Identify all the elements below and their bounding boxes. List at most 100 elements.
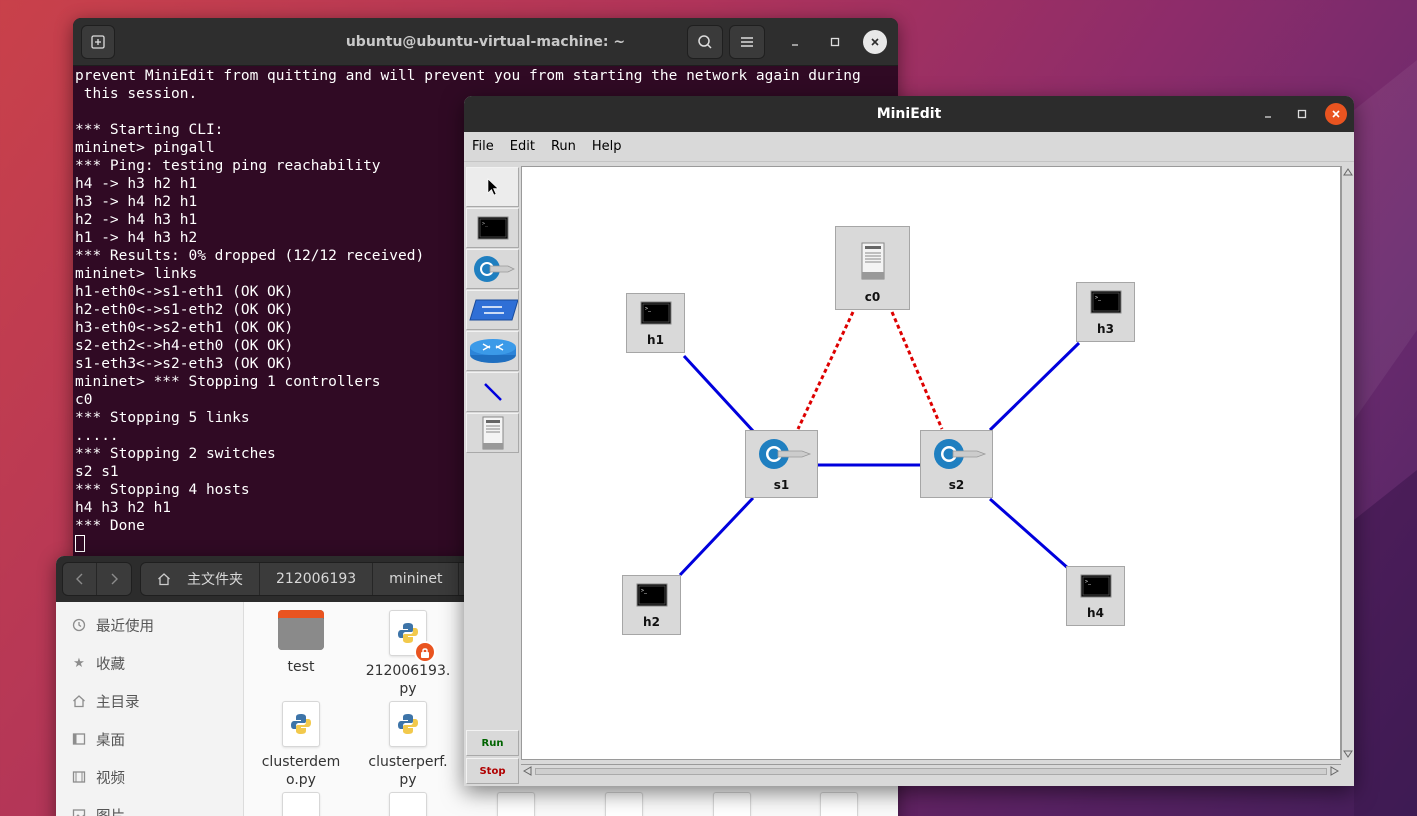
controller-tool[interactable] [466,413,519,453]
link-h3-s2[interactable] [988,341,1081,432]
breadcrumb: 主文件夹 212006193 mininet e [140,562,502,596]
horizontal-scrollbar[interactable] [521,764,1341,778]
control-link-c0-s2[interactable] [890,311,944,430]
miniedit-window[interactable]: MiniEdit File Edit Run Help >_ Run Stop … [464,96,1354,786]
sidebar-item-starred[interactable]: ★ 收藏 [56,644,243,682]
menu-button[interactable] [729,25,765,59]
file-name: clusterdem o.py [261,754,341,788]
file-item-python[interactable]: clusterperf. py [358,701,458,789]
breadcrumb-home[interactable]: 主文件夹 [141,563,260,595]
close-icon [871,38,879,46]
vertical-scrollbar[interactable] [1341,166,1353,760]
node-h3[interactable]: >_ h3 [1076,282,1135,342]
legacy-switch-tool[interactable] [466,290,519,330]
file-item-python-locked[interactable]: 212006193. py [358,610,458,698]
topology-canvas[interactable]: c0 >_ h1 >_ h2 >_ h3 >_ h4 s1 s2 [521,166,1341,760]
file-item-folder[interactable]: test [251,610,351,676]
clock-icon [72,618,86,632]
python-file-icon[interactable] [820,792,858,816]
node-label: s2 [948,478,965,492]
switch-tool[interactable] [466,249,519,289]
cursor-icon [487,178,499,196]
minimize-button[interactable] [1257,103,1279,125]
python-file-icon[interactable] [389,792,427,816]
sidebar-item-recent[interactable]: 最近使用 [56,606,243,644]
svg-text:>_: >_ [482,221,489,227]
maximize-icon [1297,109,1307,119]
python-file-icon[interactable] [605,792,643,816]
node-h1[interactable]: >_ h1 [626,293,685,353]
terminal-icon: >_ [1090,290,1121,314]
router-tool[interactable] [466,331,519,371]
close-icon [1332,110,1340,118]
places-sidebar: 最近使用 ★ 收藏 主目录 桌面 视频 图片 [56,602,244,816]
maximize-button[interactable] [1291,103,1313,125]
node-s1[interactable]: s1 [745,430,818,498]
host-tool[interactable]: >_ [466,208,519,248]
control-link-c0-s1[interactable] [796,311,855,430]
sidebar-item-label: 收藏 [96,656,125,673]
openflow-switch-icon [473,256,515,282]
menu-edit[interactable]: Edit [508,137,537,156]
terminal-icon: >_ [636,583,667,607]
file-name: 212006193. py [365,663,451,697]
python-file-icon [389,610,436,663]
desktop-icon [72,733,86,745]
python-file-icon [389,701,427,747]
sidebar-item-desktop[interactable]: 桌面 [56,720,243,758]
link-icon [483,383,502,401]
menubar: File Edit Run Help [464,132,1354,162]
server-icon [482,416,503,450]
node-label: h2 [643,615,660,629]
node-label: s1 [773,478,790,492]
sidebar-item-videos[interactable]: 视频 [56,758,243,796]
node-c0[interactable]: c0 [835,226,910,310]
node-label: h4 [1087,606,1104,620]
history-nav [62,562,132,596]
forward-button[interactable] [97,563,131,595]
terminal-line: prevent MiniEdit from quitting and will … [75,68,861,84]
menu-file[interactable]: File [470,137,496,156]
maximize-icon [830,37,840,47]
sidebar-item-home[interactable]: 主目录 [56,682,243,720]
breadcrumb-212006193[interactable]: 212006193 [260,563,374,595]
node-label: h1 [647,333,664,347]
star-icon: ★ [73,655,85,671]
link-s2-h4[interactable] [989,497,1070,571]
link-tool[interactable] [466,372,519,412]
sidebar-item-pictures[interactable]: 图片 [56,796,243,816]
select-tool[interactable] [466,167,519,207]
close-button[interactable] [863,30,887,54]
close-button[interactable] [1325,103,1347,125]
svg-text:>_: >_ [1095,295,1102,301]
node-s2[interactable]: s2 [920,430,993,498]
python-file-icon[interactable] [497,792,535,816]
terminal-title: ubuntu@ubuntu-virtual-machine: ~ [345,33,626,50]
menu-run[interactable]: Run [549,137,578,156]
file-item-python[interactable]: clusterdem o.py [251,701,351,789]
run-button[interactable]: Run [466,730,519,756]
breadcrumb-mininet[interactable]: mininet [373,563,460,595]
link-h1-s1[interactable] [682,354,756,434]
file-name: test [287,659,315,675]
menu-help[interactable]: Help [590,137,624,156]
search-button[interactable] [687,25,723,59]
home-icon [73,695,85,708]
maximize-button[interactable] [823,30,847,54]
minimize-icon [1265,116,1271,118]
python-file-icon[interactable] [713,792,751,816]
back-button[interactable] [63,563,97,595]
stop-button[interactable]: Stop [466,758,519,784]
minimize-button[interactable] [783,30,807,54]
python-file-icon[interactable] [282,792,320,816]
new-tab-button[interactable] [81,25,115,59]
node-h4[interactable]: >_ h4 [1066,566,1125,626]
svg-text:>_: >_ [641,588,648,594]
node-h2[interactable]: >_ h2 [622,575,681,635]
sidebar-item-label: 图片 [96,805,125,816]
miniedit-titlebar[interactable]: MiniEdit [464,96,1354,132]
scroll-thumb[interactable] [535,768,1327,775]
terminal-titlebar[interactable]: ubuntu@ubuntu-virtual-machine: ~ [73,18,898,66]
link-h2-s1[interactable] [678,496,755,577]
openflow-switch-icon [933,439,986,469]
